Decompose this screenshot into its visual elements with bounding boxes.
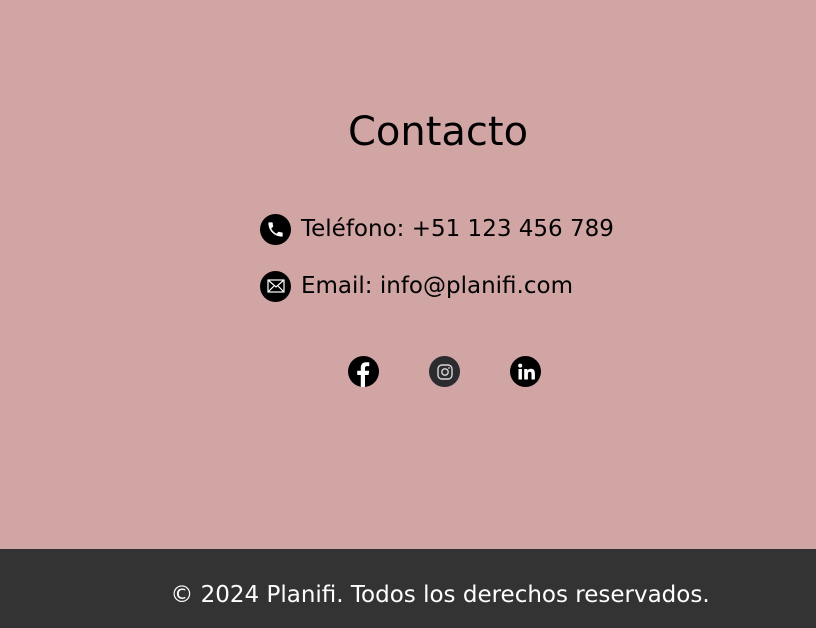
copyright-text: © 2024 Planifi. Todos los derechos reser…: [170, 582, 710, 608]
envelope-icon: [260, 270, 291, 302]
facebook-link[interactable]: [348, 356, 379, 387]
contact-section: Contacto Teléfono: +51 123 456 789 Email…: [0, 0, 816, 549]
instagram-link[interactable]: [429, 356, 460, 387]
phone-text: Teléfono: +51 123 456 789: [301, 216, 614, 242]
contact-email: Email: info@planifi.com: [260, 270, 573, 302]
instagram-icon: [436, 363, 453, 380]
facebook-icon: [357, 362, 370, 387]
contact-phone: Teléfono: +51 123 456 789: [260, 213, 614, 245]
footer: © 2024 Planifi. Todos los derechos reser…: [0, 549, 816, 628]
contact-title: Contacto: [347, 109, 529, 155]
linkedin-icon: [517, 363, 535, 379]
phone-icon: [260, 213, 291, 245]
linkedin-link[interactable]: [510, 356, 541, 387]
email-text[interactable]: Email: info@planifi.com: [301, 273, 573, 299]
